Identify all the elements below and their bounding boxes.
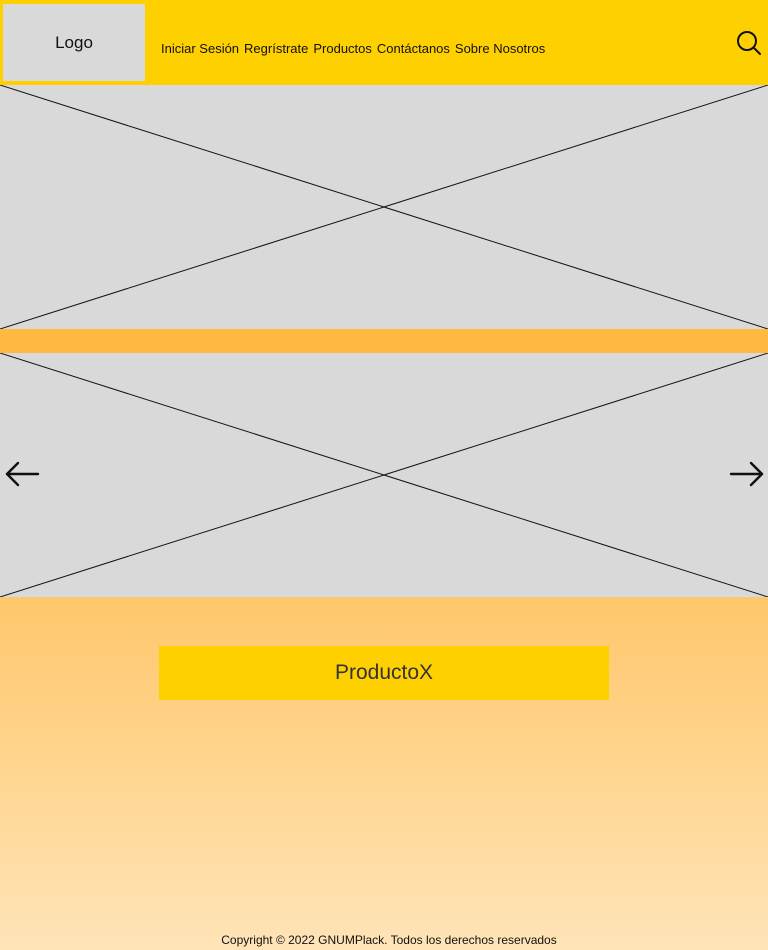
carousel-image-placeholder [0, 353, 768, 597]
nav-link-register[interactable]: Regrístrate [244, 41, 308, 56]
arrow-right-icon[interactable] [729, 460, 765, 488]
logo-text: Logo [55, 32, 93, 52]
nav-link-login[interactable]: Iniciar Sesión [161, 41, 239, 56]
hero-image-placeholder [0, 85, 768, 329]
product-label: ProductoX [334, 661, 434, 684]
nav-link-products[interactable]: Productos [313, 41, 372, 56]
product-button[interactable]: ProductoX [159, 646, 609, 700]
search-icon[interactable] [736, 30, 762, 56]
logo[interactable]: Logo [3, 4, 145, 81]
main-nav: Iniciar Sesión Regrístrate Productos Con… [161, 41, 545, 56]
page: Logo Iniciar Sesión Regrístrate Producto… [0, 0, 768, 950]
header: Logo Iniciar Sesión Regrístrate Producto… [0, 0, 768, 85]
nav-link-contact[interactable]: Contáctanos [377, 41, 450, 56]
arrow-left-icon[interactable] [4, 460, 40, 488]
divider-band [0, 329, 768, 353]
footer-copyright: Copyright © 2022 GNUMPlack. Todos los de… [221, 933, 557, 947]
nav-link-about[interactable]: Sobre Nosotros [455, 41, 545, 56]
